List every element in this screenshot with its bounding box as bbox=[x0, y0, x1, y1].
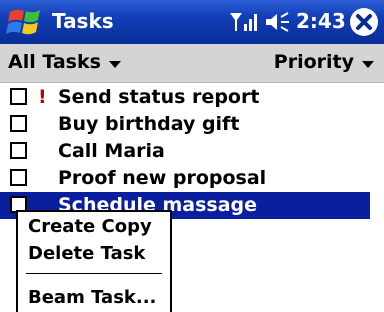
close-icon[interactable] bbox=[348, 6, 380, 38]
sort-label: Priority bbox=[273, 51, 354, 73]
category-filter-dropdown[interactable]: All Tasks bbox=[8, 51, 121, 73]
signal-icon[interactable] bbox=[228, 10, 258, 34]
task-row[interactable]: Buy birthday gift bbox=[0, 111, 370, 138]
title-bar: Tasks 2:43 bbox=[0, 0, 384, 44]
app-title: Tasks bbox=[52, 9, 114, 33]
menu-separator bbox=[26, 273, 162, 274]
task-row[interactable]: Proof new proposal bbox=[0, 165, 370, 192]
high-priority-icon: ! bbox=[38, 86, 47, 108]
task-label: Send status report bbox=[58, 86, 260, 108]
windows-start-icon[interactable] bbox=[4, 4, 48, 40]
task-label: Proof new proposal bbox=[58, 167, 267, 189]
task-row[interactable]: Call Maria bbox=[0, 138, 370, 165]
sort-dropdown[interactable]: Priority bbox=[274, 51, 374, 73]
task-checkbox[interactable] bbox=[10, 88, 27, 105]
task-label: Buy birthday gift bbox=[58, 113, 240, 135]
task-row[interactable]: ! Send status report bbox=[0, 84, 370, 111]
filter-bar: All Tasks Priority bbox=[0, 44, 384, 83]
category-filter-label: All Tasks bbox=[8, 51, 101, 73]
context-menu: Create Copy Delete Task Beam Task... bbox=[16, 210, 172, 312]
volume-icon[interactable] bbox=[264, 10, 292, 34]
task-checkbox[interactable] bbox=[10, 169, 27, 186]
clock: 2:43 bbox=[296, 9, 346, 33]
menu-item-create-copy[interactable]: Create Copy bbox=[28, 215, 152, 239]
chevron-down-icon bbox=[108, 60, 121, 68]
task-checkbox[interactable] bbox=[10, 115, 27, 132]
menu-item-delete-task[interactable]: Delete Task bbox=[28, 242, 145, 266]
menu-item-beam-task[interactable]: Beam Task... bbox=[28, 286, 156, 310]
task-checkbox[interactable] bbox=[10, 142, 27, 159]
chevron-down-icon bbox=[362, 60, 374, 68]
task-label: Call Maria bbox=[58, 140, 165, 162]
